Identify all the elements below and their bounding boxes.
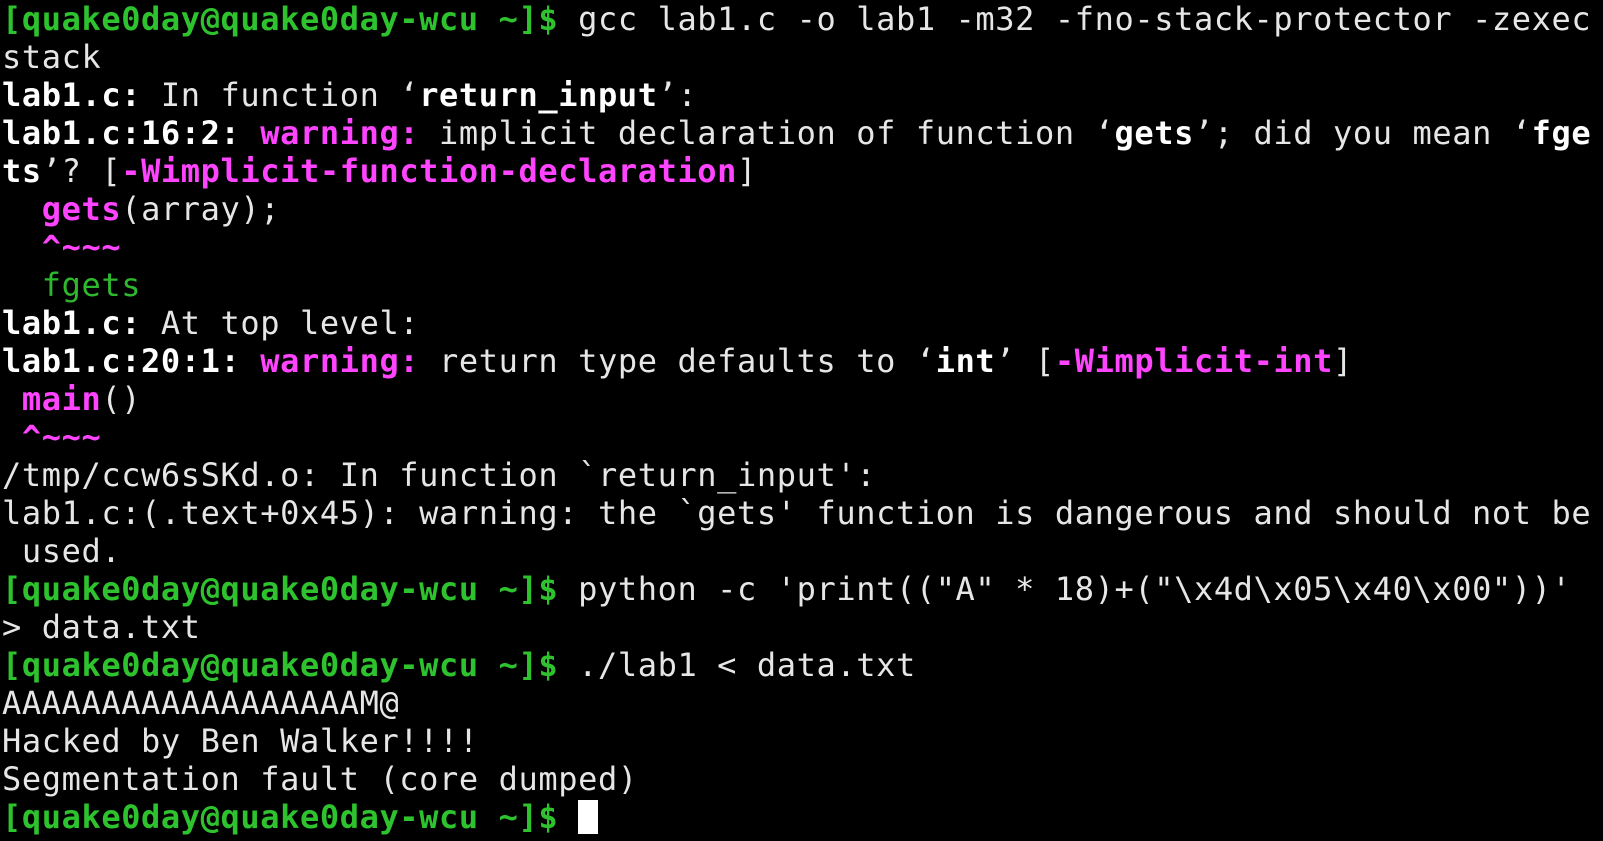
shell-prompt: [quake0day@quake0day-wcu ~]$	[2, 570, 559, 608]
output-text: (array);	[121, 190, 281, 228]
program-output: Hacked by Ben Walker!!!!	[2, 722, 479, 760]
command-text: gcc lab1.c -o lab1 -m32 -fno-stack-prote…	[558, 0, 1592, 38]
terminal-line: lab1.c: At top level:	[2, 304, 1603, 342]
function-name: fge	[1531, 114, 1592, 152]
command-text: python -c 'print(("A" * 18)+("\x4d\x05\x…	[558, 570, 1572, 608]
output-text: ’; did you mean ‘	[1193, 114, 1532, 152]
command-text: ./lab1 < data.txt	[558, 646, 916, 684]
file-name: lab1.c:	[2, 304, 142, 342]
terminal-line: ts’? [-Wimplicit-function-declaration]	[2, 152, 1603, 190]
warning-flag: -Wimplicit-function-declaration	[121, 152, 738, 190]
command-input[interactable]	[558, 798, 578, 836]
warning-label: warning:	[240, 342, 420, 380]
terminal-line: stack	[2, 38, 1603, 76]
caret-marker: ^~~~	[21, 418, 102, 456]
terminal-line: lab1.c:(.text+0x45): warning: the `gets'…	[2, 494, 1603, 532]
program-output: Segmentation fault (core dumped)	[2, 760, 638, 798]
output-text: At top level:	[141, 304, 420, 342]
terminal-line: [quake0day@quake0day-wcu ~]$ gcc lab1.c …	[2, 0, 1603, 38]
output-text: ’? [	[41, 152, 122, 190]
terminal-line: gets(array);	[2, 190, 1603, 228]
function-name: gets	[1114, 114, 1194, 152]
output-text: stack	[2, 38, 102, 76]
terminal-line: fgets	[2, 266, 1603, 304]
program-output: AAAAAAAAAAAAAAAAAAM@	[2, 684, 400, 722]
terminal-line: [quake0day@quake0day-wcu ~]$ ./lab1 < da…	[2, 646, 1603, 684]
output-text: /tmp/ccw6sSKd.o: In function `return_inp…	[2, 456, 877, 494]
output-text: ()	[101, 380, 142, 418]
output-text: ’:	[657, 76, 698, 114]
caret-marker: ^~~~	[41, 228, 122, 266]
terminal-line: ^~~~	[2, 418, 1603, 456]
function-name: gets	[41, 190, 122, 228]
terminal-window[interactable]: [quake0day@quake0day-wcu ~]$ gcc lab1.c …	[0, 0, 1603, 841]
fix-suggestion: fgets	[41, 266, 142, 304]
output-text: ’ [	[995, 342, 1055, 380]
output-text: In function ‘	[141, 76, 420, 114]
terminal-line: Hacked by Ben Walker!!!!	[2, 722, 1603, 760]
function-name: main	[21, 380, 102, 418]
function-name: ts	[2, 152, 42, 190]
terminal-line: Segmentation fault (core dumped)	[2, 760, 1603, 798]
shell-prompt: [quake0day@quake0day-wcu ~]$	[2, 798, 559, 836]
command-text: > data.txt	[2, 608, 201, 646]
output-text: ]	[737, 152, 757, 190]
warning-location: lab1.c:20:1:	[2, 342, 241, 380]
terminal-line: used.	[2, 532, 1603, 570]
function-name: return_input	[419, 76, 658, 114]
warning-flag: -Wimplicit-int	[1054, 342, 1334, 380]
shell-prompt: [quake0day@quake0day-wcu ~]$	[2, 0, 559, 38]
output-text: ]	[1333, 342, 1353, 380]
terminal-line: lab1.c:20:1: warning: return type defaul…	[2, 342, 1603, 380]
output-text: implicit declaration of function ‘	[419, 114, 1115, 152]
terminal-line: lab1.c: In function ‘return_input’:	[2, 76, 1603, 114]
output-text: lab1.c:(.text+0x45): warning: the `gets'…	[2, 494, 1592, 532]
terminal-line: > data.txt	[2, 608, 1603, 646]
text-cursor	[578, 800, 599, 834]
terminal-line: [quake0day@quake0day-wcu ~]$ python -c '…	[2, 570, 1603, 608]
warning-location: lab1.c:16:2:	[2, 114, 241, 152]
output-text: return type defaults to ‘	[419, 342, 936, 380]
output-text: used.	[2, 532, 122, 570]
type-name: int	[935, 342, 996, 380]
terminal-input-line[interactable]: [quake0day@quake0day-wcu ~]$	[2, 798, 1603, 836]
file-name: lab1.c:	[2, 76, 142, 114]
terminal-line: /tmp/ccw6sSKd.o: In function `return_inp…	[2, 456, 1603, 494]
shell-prompt: [quake0day@quake0day-wcu ~]$	[2, 646, 559, 684]
terminal-line: lab1.c:16:2: warning: implicit declarati…	[2, 114, 1603, 152]
terminal-line: ^~~~	[2, 228, 1603, 266]
warning-label: warning:	[240, 114, 420, 152]
terminal-line: AAAAAAAAAAAAAAAAAAM@	[2, 684, 1603, 722]
terminal-line: main()	[2, 380, 1603, 418]
